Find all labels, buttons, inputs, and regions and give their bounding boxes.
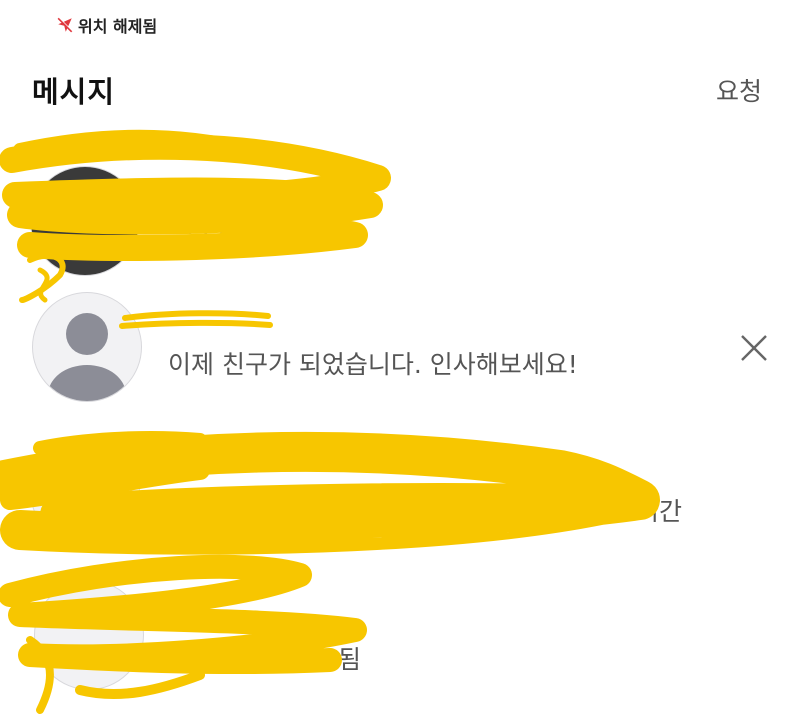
close-icon[interactable] [738,332,770,364]
page-title: 메시지 [32,75,116,109]
avatar-head [66,313,108,355]
location-status[interactable]: 위치 해제됨 [56,13,157,37]
location-status-label: 위치 해제됨 [78,17,158,36]
partial-text: 시간 [636,497,683,526]
avatar-body [48,365,126,401]
avatar [30,436,140,546]
avatar [30,166,140,276]
conversation-row-4[interactable]: 됨 [0,570,800,716]
partial-text: 됨 [338,645,362,674]
messages-header: 메시지 요청 [32,68,762,112]
location-off-icon [57,17,73,33]
cutoff-top-text [0,0,800,14]
redacted-text: · · · · · · [170,218,258,247]
conversation-row-2[interactable]: 이제 친구가 되었습니다. 인사해보세요! [0,290,800,410]
avatar [34,580,144,690]
conversation-row-1[interactable]: · · · · · · [0,136,800,296]
conversation-row-3[interactable]: 시간 [0,430,800,560]
conversation-preview: 이제 친구가 되었습니다. 인사해보세요! [168,350,578,379]
requests-button[interactable]: 요청 [716,72,762,108]
avatar [32,292,142,402]
